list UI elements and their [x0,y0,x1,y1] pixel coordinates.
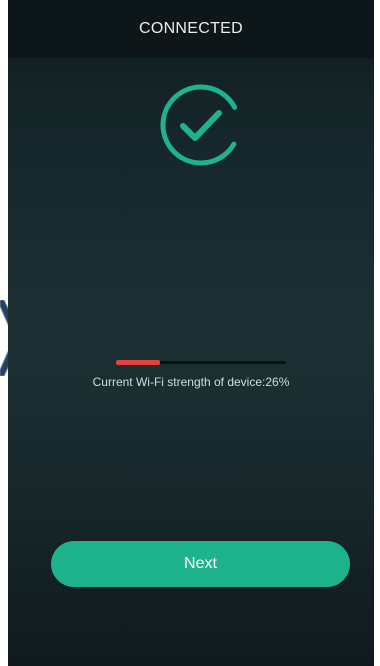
page-title: CONNECTED [138,20,244,37]
header-bar: CONNECTED [8,0,374,58]
check-circle-icon [160,84,242,166]
next-button[interactable]: Next [51,541,350,587]
wifi-strength-bar [116,358,286,366]
app-screen: CONNECTED Current Wi-Fi strength of devi… [8,0,374,666]
wifi-strength-label: Current Wi-Fi strength of device:26% [92,375,290,389]
screen: CONNECTED Current Wi-Fi strength of devi… [0,0,380,666]
wifi-strength-fill [116,360,161,365]
